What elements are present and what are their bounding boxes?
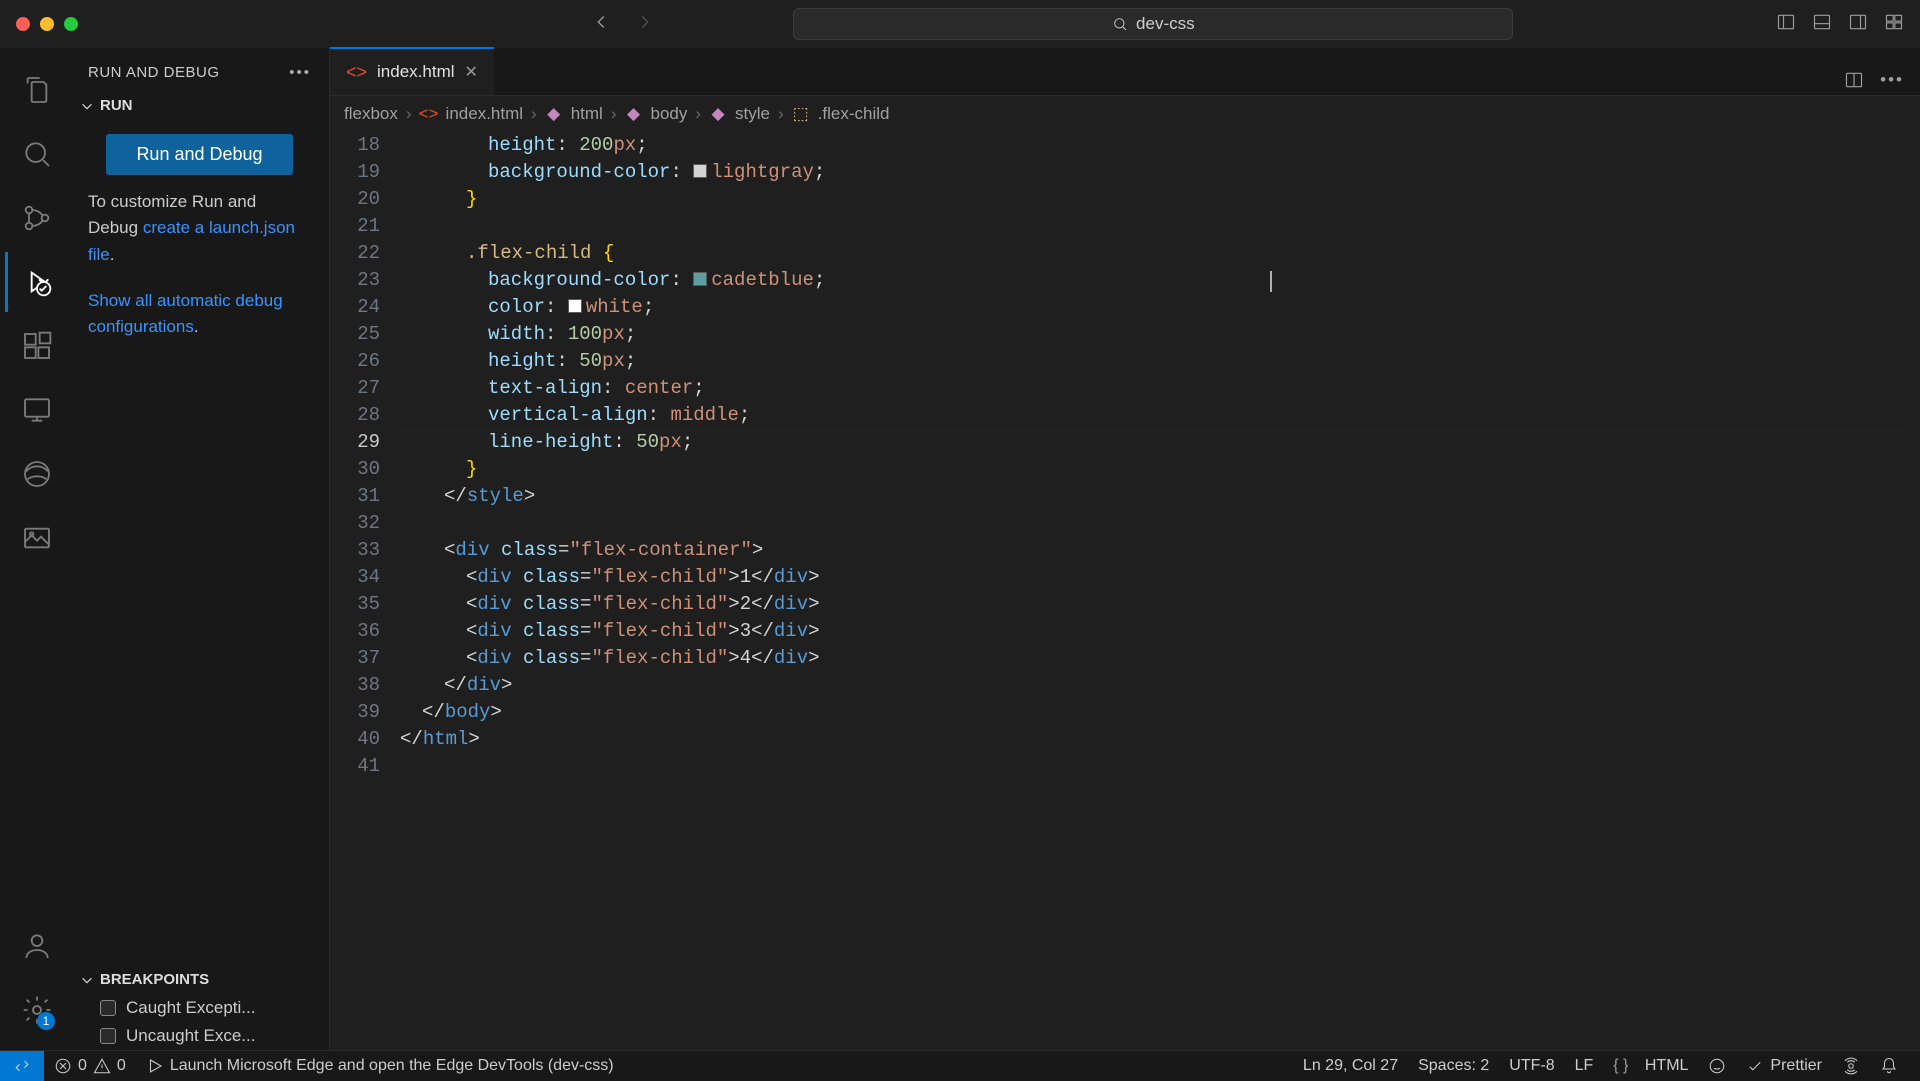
status-feedback-icon[interactable]	[1698, 1057, 1736, 1075]
breakpoints-title: BREAKPOINTS	[100, 971, 209, 988]
activity-bar: 1	[0, 48, 70, 1050]
bc-style[interactable]: style	[735, 104, 770, 124]
bp-uncaught-checkbox[interactable]	[100, 1028, 116, 1044]
status-launch-config[interactable]: Launch Microsoft Edge and open the Edge …	[136, 1057, 624, 1075]
status-encoding[interactable]: UTF-8	[1499, 1057, 1564, 1075]
edge-tools-tab[interactable]	[5, 444, 65, 504]
toggle-secondary-sidebar-icon[interactable]	[1848, 12, 1868, 37]
command-center-text: dev-css	[1136, 14, 1195, 34]
bc-body[interactable]: body	[651, 104, 688, 124]
status-problems[interactable]: 0 0	[44, 1057, 136, 1075]
nav-forward[interactable]	[634, 11, 656, 38]
css-class-icon: ⬚	[792, 105, 810, 123]
html-file-icon: <>	[420, 105, 438, 123]
chevron-down-icon	[80, 99, 94, 113]
show-configs-text: Show all automatic debug configurations.	[88, 288, 311, 341]
remote-indicator[interactable]	[0, 1051, 44, 1081]
run-section-title: RUN	[100, 97, 133, 114]
extensions-tab[interactable]	[5, 316, 65, 376]
status-language[interactable]: { } HTML	[1603, 1057, 1698, 1075]
symbol-icon: ◆	[709, 105, 727, 123]
editor-area: <> index.html ✕ ••• flexbox › <> index.h…	[330, 48, 1920, 1050]
line-numbers: 1819202122232425262728293031323334353637…	[330, 132, 400, 1050]
status-bar: 0 0 Launch Microsoft Edge and open the E…	[0, 1050, 1920, 1080]
source-control-tab[interactable]	[5, 188, 65, 248]
close-window[interactable]	[16, 17, 30, 31]
run-and-debug-button[interactable]: Run and Debug	[106, 134, 292, 175]
sidebar-title: RUN AND DEBUG	[88, 64, 220, 81]
search-icon	[1112, 16, 1128, 32]
chevron-right-icon: ›	[406, 104, 412, 124]
customize-layout-icon[interactable]	[1884, 12, 1904, 37]
accounts-tab[interactable]	[5, 916, 65, 976]
bc-html[interactable]: html	[571, 104, 603, 124]
gallery-tab[interactable]	[5, 508, 65, 568]
bc-file[interactable]: index.html	[446, 104, 523, 124]
status-live-icon[interactable]	[1832, 1057, 1870, 1075]
code-content[interactable]: height: 200px;background-color: lightgra…	[400, 132, 1902, 1050]
chevron-right-icon: ›	[695, 104, 701, 124]
chevron-right-icon: ›	[611, 104, 617, 124]
run-section-content: Run and Debug To customize Run and Debug…	[70, 120, 329, 349]
tab-index-html[interactable]: <> index.html ✕	[330, 47, 494, 95]
tab-label: index.html	[377, 62, 454, 82]
nav-arrows	[590, 11, 656, 38]
editor-tabs: <> index.html ✕ •••	[330, 48, 1920, 96]
chevron-right-icon: ›	[531, 104, 537, 124]
sidebar: RUN AND DEBUG ••• RUN Run and Debug To c…	[70, 48, 330, 1050]
symbol-icon: ◆	[545, 105, 563, 123]
remote-explorer-tab[interactable]	[5, 380, 65, 440]
command-center[interactable]: dev-css	[793, 8, 1513, 40]
sidebar-more-icon[interactable]: •••	[289, 64, 311, 81]
main-layout: 1 RUN AND DEBUG ••• RUN Run and Debug To…	[0, 48, 1920, 1050]
settings-tab[interactable]: 1	[5, 980, 65, 1040]
window-controls	[16, 17, 78, 31]
titlebar: dev-css	[0, 0, 1920, 48]
overview-ruler[interactable]	[1902, 132, 1920, 1050]
toggle-primary-sidebar-icon[interactable]	[1776, 12, 1796, 37]
breakpoints-header[interactable]: BREAKPOINTS	[70, 965, 329, 994]
status-indent[interactable]: Spaces: 2	[1408, 1057, 1499, 1075]
code-editor[interactable]: 1819202122232425262728293031323334353637…	[330, 132, 1920, 1050]
customize-text: To customize Run and Debug create a laun…	[88, 189, 311, 268]
minimize-window[interactable]	[40, 17, 54, 31]
status-bell-icon[interactable]	[1870, 1057, 1908, 1075]
symbol-icon: ◆	[625, 105, 643, 123]
bp-caught-checkbox[interactable]	[100, 1000, 116, 1016]
titlebar-layout-controls	[1776, 12, 1904, 37]
run-debug-tab[interactable]	[5, 252, 65, 312]
breadcrumb[interactable]: flexbox › <> index.html › ◆ html › ◆ bod…	[330, 96, 1920, 132]
bp-caught-exceptions[interactable]: Caught Excepti...	[70, 994, 329, 1022]
nav-back[interactable]	[590, 11, 612, 38]
run-section-header[interactable]: RUN	[70, 91, 329, 120]
status-line-col[interactable]: Ln 29, Col 27	[1293, 1057, 1408, 1075]
sidebar-header: RUN AND DEBUG •••	[70, 58, 329, 91]
close-tab-icon[interactable]: ✕	[465, 62, 478, 82]
maximize-window[interactable]	[64, 17, 78, 31]
chevron-right-icon: ›	[778, 104, 784, 124]
explorer-tab[interactable]	[5, 60, 65, 120]
html-file-icon: <>	[346, 62, 367, 83]
chevron-down-icon	[80, 973, 94, 987]
status-eol[interactable]: LF	[1565, 1057, 1604, 1075]
search-tab[interactable]	[5, 124, 65, 184]
show-debug-configs-link[interactable]: Show all automatic debug configurations	[88, 291, 283, 336]
text-cursor	[1270, 271, 1272, 292]
status-prettier[interactable]: Prettier	[1736, 1057, 1832, 1075]
breakpoints-section: BREAKPOINTS Caught Excepti... Uncaught E…	[70, 965, 329, 1050]
bp-uncaught-exceptions[interactable]: Uncaught Exce...	[70, 1022, 329, 1050]
split-editor-icon[interactable]	[1844, 70, 1864, 95]
bc-flex-child[interactable]: .flex-child	[818, 104, 890, 124]
editor-more-icon[interactable]: •••	[1880, 70, 1904, 95]
bc-folder[interactable]: flexbox	[344, 104, 398, 124]
settings-badge: 1	[37, 1012, 55, 1030]
toggle-panel-icon[interactable]	[1812, 12, 1832, 37]
